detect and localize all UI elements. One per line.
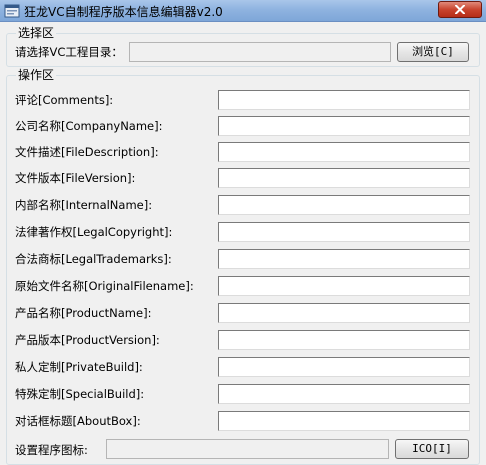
- special-build-field[interactable]: [218, 384, 470, 404]
- legal-copyright-field[interactable]: [218, 222, 470, 242]
- internal-name-field[interactable]: [218, 195, 470, 215]
- special-build-label: 特殊定制[SpecialBuild]:: [15, 387, 145, 401]
- product-version-field[interactable]: [218, 330, 470, 350]
- comments-label: 评论[Comments]:: [15, 93, 114, 107]
- app-icon: [4, 3, 20, 19]
- legal-trademarks-label: 合法商标[LegalTrademarks]:: [15, 252, 172, 266]
- icon-path-field[interactable]: [106, 439, 389, 459]
- private-build-label: 私人定制[PrivateBuild]:: [15, 360, 143, 374]
- project-dir-label: 请选择VC工程目录：: [15, 45, 123, 59]
- file-version-label: 文件版本[FileVersion]:: [15, 171, 136, 185]
- original-filename-field[interactable]: [218, 276, 470, 296]
- file-version-field[interactable]: [218, 168, 470, 188]
- project-dir-field[interactable]: [129, 42, 391, 62]
- company-name-field[interactable]: [218, 116, 470, 136]
- close-icon: [455, 5, 465, 14]
- product-name-label: 产品名称[ProductName]:: [15, 306, 152, 320]
- icon-button[interactable]: ICO[I]: [395, 439, 469, 459]
- file-description-label: 文件描述[FileDescription]:: [15, 145, 159, 159]
- about-box-field[interactable]: [218, 411, 470, 431]
- close-button[interactable]: [438, 1, 482, 18]
- select-group-legend: 选择区: [16, 26, 57, 40]
- company-name-label: 公司名称[CompanyName]:: [15, 119, 163, 133]
- legal-trademarks-field[interactable]: [218, 249, 470, 269]
- operation-group-legend: 操作区: [16, 68, 57, 82]
- icon-label: 设置程序图标:: [15, 443, 88, 457]
- original-filename-label: 原始文件名称[OriginalFilename]:: [15, 279, 194, 293]
- private-build-field[interactable]: [218, 357, 470, 377]
- internal-name-label: 内部名称[InternalName]:: [15, 198, 153, 212]
- product-version-label: 产品版本[ProductVersion]:: [15, 333, 160, 347]
- about-box-label: 对话框标题[AboutBox]:: [15, 414, 141, 428]
- browse-button[interactable]: 浏览[C]: [397, 42, 469, 62]
- title-bar[interactable]: 狂龙VC自制程序版本信息编辑器v2.0: [0, 0, 486, 22]
- legal-copyright-label: 法律著作权[LegalCopyright]:: [15, 225, 173, 239]
- window-title: 狂龙VC自制程序版本信息编辑器v2.0: [24, 5, 223, 19]
- product-name-field[interactable]: [218, 303, 470, 323]
- comments-field[interactable]: [218, 90, 470, 110]
- file-description-field[interactable]: [218, 142, 470, 162]
